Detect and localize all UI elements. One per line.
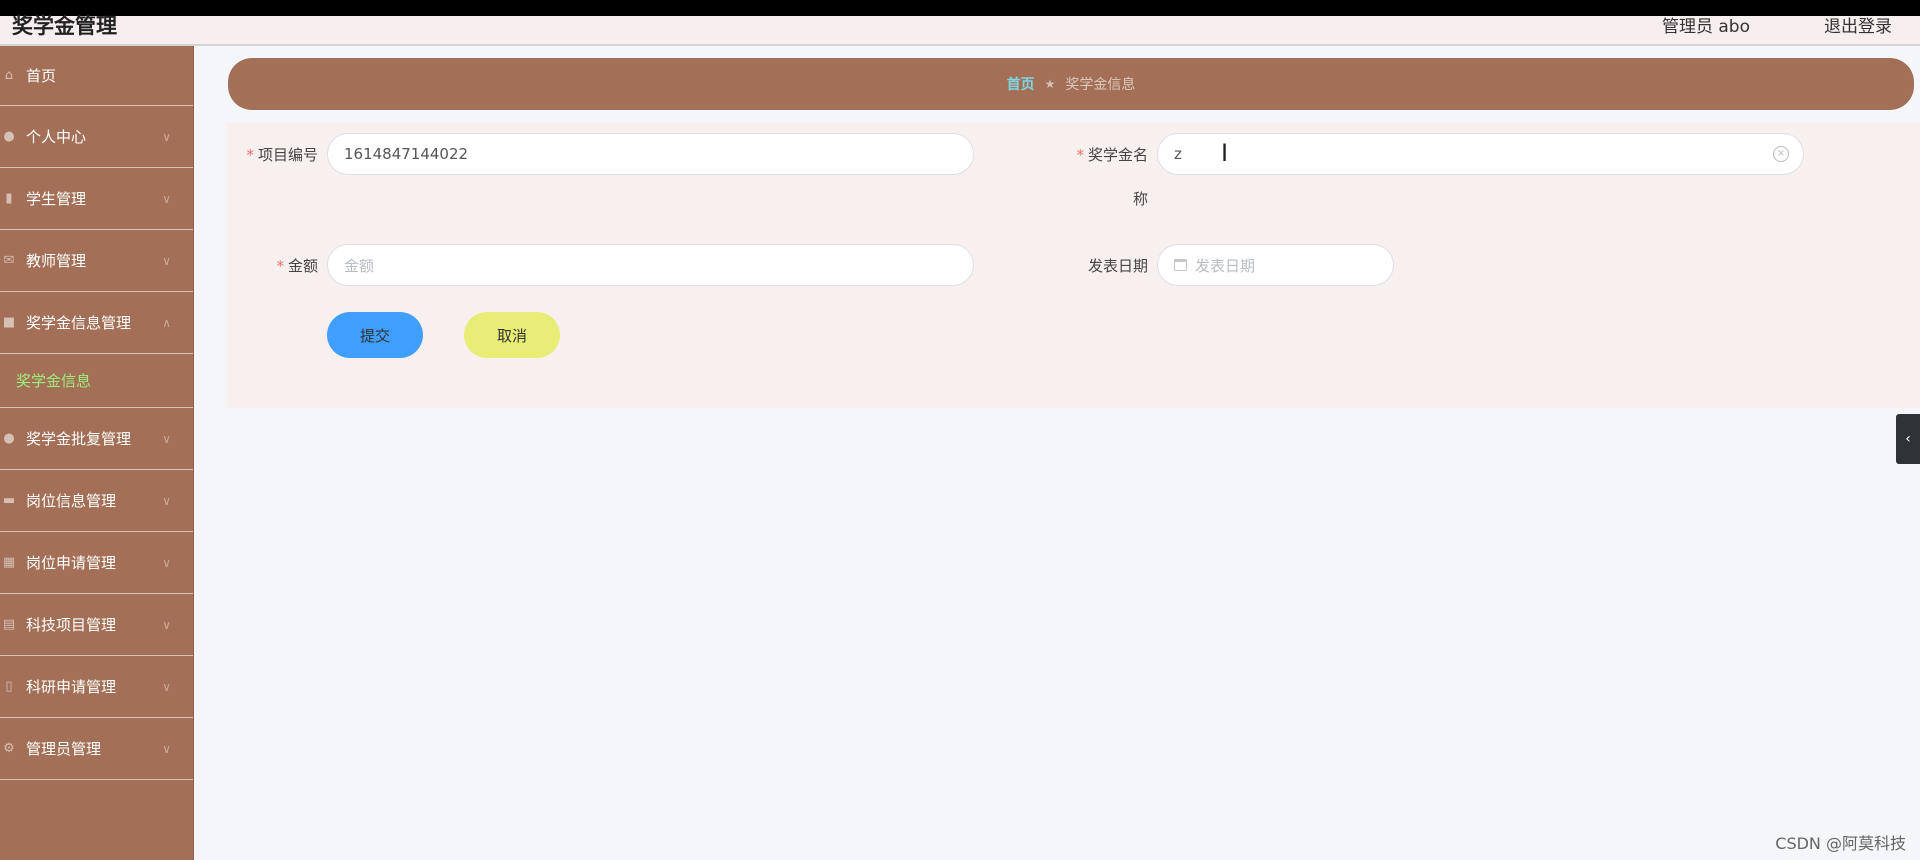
chevron-down-icon: ∨	[162, 191, 171, 206]
mail-icon: ✉	[3, 252, 15, 268]
chevron-down-icon: ∨	[162, 431, 171, 446]
required-mark: *	[1076, 146, 1084, 164]
clipboard-icon: ▤	[2, 616, 16, 632]
sidebar-item-label: 岗位信息管理	[26, 492, 117, 510]
breadcrumb-home[interactable]: 首页	[1007, 74, 1035, 94]
calendar-icon: ▦	[2, 554, 16, 570]
current-user: 管理员 abo	[1661, 17, 1750, 37]
scholarship-form: * 项目编号 1614847144022 * 奖学金名 称 z × * 金额 金额 发…	[226, 122, 1920, 408]
user-icon: ●	[3, 430, 15, 446]
sidebar-item-personal[interactable]: ● 个人中心 ∨	[0, 106, 193, 168]
sidebar-subitem-label: 奖学金信息	[16, 372, 92, 390]
app-title: 奖学金管理	[12, 14, 117, 38]
sidebar-item-label: 岗位申请管理	[26, 554, 117, 572]
sidebar-item-label: 首页	[26, 67, 57, 85]
settings-icon: ⚙	[3, 740, 15, 756]
watermark: CSDN @阿莫科技	[1775, 834, 1906, 853]
sidebar-item-teachers[interactable]: ✉ 教师管理 ∨	[0, 230, 193, 292]
scholarship-name-label: * 奖学金名	[1076, 146, 1148, 164]
sidebar-item-research-apply[interactable]: ▯ 科研申请管理 ∨	[0, 656, 193, 718]
sidebar-item-admins[interactable]: ⚙ 管理员管理 ∨	[0, 718, 193, 780]
star-icon: ★	[1044, 77, 1056, 91]
project-no-input[interactable]: 1614847144022	[327, 133, 974, 175]
submit-button[interactable]: 提交	[327, 312, 423, 358]
sidebar-item-scholarship-info[interactable]: ■ 奖学金信息管理 ∧	[0, 292, 193, 354]
user-icon: ●	[3, 128, 15, 144]
sidebar: ⌂ 首页 ● 个人中心 ∨ ▮ 学生管理 ∨ ✉ 教师管理 ∨ ■ 奖学金信息管…	[0, 46, 194, 860]
sidebar-item-label: 学生管理	[26, 190, 87, 208]
sidebar-item-label: 个人中心	[26, 128, 87, 146]
project-no-label: * 项目编号	[246, 146, 318, 164]
chevron-down-icon: ∨	[162, 741, 171, 756]
required-mark: *	[276, 257, 284, 275]
amount-input[interactable]: 金额	[327, 244, 974, 286]
required-mark: *	[246, 146, 254, 164]
chevron-up-icon: ∧	[162, 315, 171, 330]
amount-label: * 金额	[276, 257, 318, 275]
calendar-icon	[1174, 259, 1187, 271]
chevron-down-icon: ∨	[162, 253, 171, 268]
sidebar-item-label: 科技项目管理	[26, 616, 117, 634]
cancel-button[interactable]: 取消	[464, 312, 560, 358]
sidebar-item-students[interactable]: ▮ 学生管理 ∨	[0, 168, 193, 230]
chevron-left-icon[interactable]: ‹	[1896, 414, 1920, 464]
chevron-down-icon: ∨	[162, 555, 171, 570]
logout-link[interactable]: 退出登录	[1824, 12, 1892, 37]
sidebar-item-tech-projects[interactable]: ▤ 科技项目管理 ∨	[0, 594, 193, 656]
text-cursor-icon: I	[1221, 139, 1229, 167]
app-header: 奖学金管理 管理员 abo 退出登录	[0, 14, 1920, 46]
sidebar-item-label: 科研申请管理	[26, 678, 117, 696]
scholarship-name-input[interactable]: z ×	[1157, 133, 1804, 175]
chevron-down-icon: ∨	[162, 129, 171, 144]
breadcrumb-current: 奖学金信息	[1065, 77, 1136, 93]
publish-date-picker[interactable]: 发表日期	[1157, 244, 1394, 286]
sidebar-subitem-scholarship-info[interactable]: 奖学金信息	[0, 354, 193, 408]
top-bar	[0, 0, 1920, 16]
sidebar-item-label: 教师管理	[26, 252, 87, 270]
chevron-down-icon: ∨	[162, 679, 171, 694]
chevron-down-icon: ∨	[162, 493, 171, 508]
briefcase-icon: ■	[2, 314, 16, 330]
chevron-down-icon: ∨	[162, 617, 171, 632]
sidebar-item-label: 奖学金批复管理	[26, 430, 132, 448]
clear-icon[interactable]: ×	[1773, 146, 1789, 162]
sidebar-item-home[interactable]: ⌂ 首页	[0, 46, 193, 106]
mic-icon: ▯	[5, 678, 13, 694]
scholarship-name-label-wrap: 称	[1132, 190, 1148, 208]
home-icon: ⌂	[4, 67, 14, 83]
publish-date-label: 发表日期	[1087, 257, 1148, 275]
sidebar-item-post-apply[interactable]: ▦ 岗位申请管理 ∨	[0, 532, 193, 594]
sidebar-item-scholarship-approval[interactable]: ● 奖学金批复管理 ∨	[0, 408, 193, 470]
sidebar-item-label: 管理员管理	[26, 740, 102, 758]
main-content: 首页 ★ 奖学金信息 * 项目编号 1614847144022 * 奖学金名 称 z…	[194, 46, 1920, 860]
sidebar-item-post-info[interactable]: ▬ 岗位信息管理 ∨	[0, 470, 193, 532]
sidebar-item-label: 奖学金信息管理	[26, 314, 132, 332]
breadcrumb: 首页 ★ 奖学金信息	[228, 58, 1914, 110]
chart-icon: ▬	[2, 492, 16, 508]
bar-chart-icon: ▮	[5, 190, 13, 206]
